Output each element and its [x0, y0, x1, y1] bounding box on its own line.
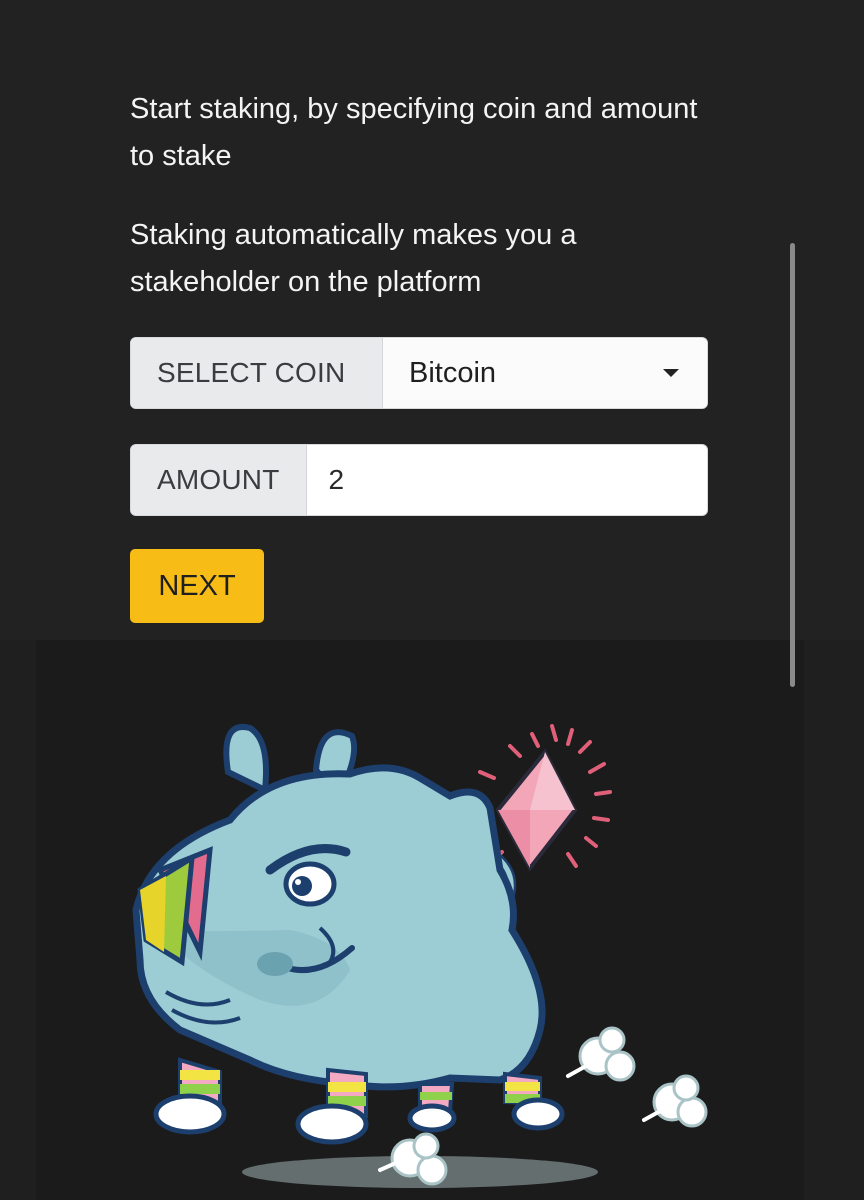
- amount-input[interactable]: [306, 445, 707, 515]
- intro-text-coin-amount: Start staking, by specifying coin and am…: [130, 93, 698, 172]
- coin-select-group[interactable]: SELECT COIN Bitcoin: [130, 337, 708, 409]
- rhino-mascot-icon: [132, 723, 708, 1188]
- amount-label: AMOUNT: [131, 445, 307, 515]
- amount-group[interactable]: AMOUNT: [130, 444, 708, 516]
- next-button[interactable]: NEXT: [130, 549, 264, 623]
- scrollbar[interactable]: [790, 243, 795, 687]
- caret-down-icon: [663, 369, 679, 377]
- selected-coin: Bitcoin: [409, 356, 497, 389]
- intro-text-stakeholder: Staking automatically makes you a stakeh…: [130, 219, 577, 298]
- staking-page: Start staking, by specifying coin and am…: [0, 0, 864, 1200]
- coin-select[interactable]: Bitcoin: [383, 338, 707, 408]
- select-coin-label: SELECT COIN: [131, 338, 383, 408]
